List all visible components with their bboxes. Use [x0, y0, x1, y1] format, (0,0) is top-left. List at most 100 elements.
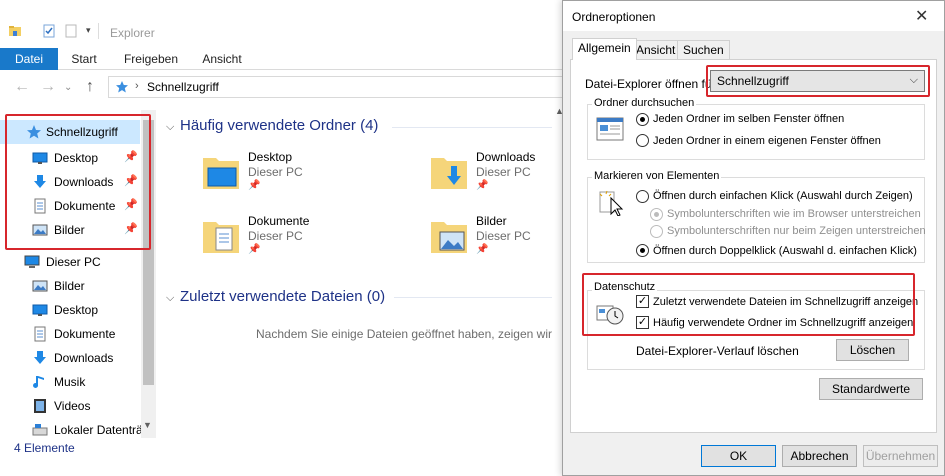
tile-location: Dieser PC: [248, 229, 303, 243]
breadcrumb-separator-icon: ›: [135, 80, 139, 92]
highlight-box-quick-access: [5, 114, 151, 250]
sidebar-item-label: Lokaler Datenträ: [54, 423, 143, 437]
highlight-box-open-select: [706, 65, 930, 97]
group-title: Häufig verwendete Ordner (4): [180, 117, 379, 134]
documents-icon: [34, 326, 46, 342]
status-item-count: 4 Elemente: [14, 441, 75, 455]
browse-folders-label: Ordner durchsuchen: [592, 97, 697, 109]
radio-underline-browser[interactable]: [650, 208, 663, 221]
radio-own-window[interactable]: [636, 134, 649, 147]
folder-tile-documents[interactable]: Dokumente Dieser PC 📌: [166, 214, 386, 274]
chevron-down-icon[interactable]: ⌵: [166, 121, 180, 134]
documents-folder-icon: [203, 222, 239, 253]
clear-history-button[interactable]: Löschen: [836, 339, 909, 361]
up-arrow-icon[interactable]: ↑: [86, 78, 94, 96]
pin-icon: 📌: [476, 244, 489, 255]
window-title: Explorer: [110, 26, 155, 40]
radio-underline-hover-label[interactable]: Symbolunterschriften nur beim Zeigen unt…: [667, 225, 926, 237]
chevron-down-icon[interactable]: ⌵: [166, 292, 180, 305]
desktop-icon: [32, 304, 48, 316]
sidebar-item-documents[interactable]: Dokumente: [0, 322, 140, 346]
group-frequent-folders[interactable]: ⌵ Häufig verwendete Ordner (4): [166, 117, 378, 134]
pictures-icon: [32, 280, 48, 292]
tile-location: Dieser PC: [248, 165, 303, 179]
sidebar-item-music[interactable]: Musik: [0, 370, 140, 394]
cancel-button[interactable]: Abbrechen: [782, 445, 857, 467]
group-recent-files[interactable]: ⌵ Zuletzt verwendete Dateien (0): [166, 288, 385, 305]
drive-icon: [32, 424, 48, 436]
recent-locations-chevron-icon[interactable]: ⌄: [64, 82, 72, 93]
pointer-click-illustration-icon: [599, 190, 624, 216]
sidebar-item-label: Downloads: [54, 351, 114, 365]
tile-location: Dieser PC: [476, 165, 531, 179]
downloads-folder-icon: [431, 158, 467, 189]
sidebar-item-videos[interactable]: Videos: [0, 394, 140, 418]
click-items-label: Markieren von Elementen: [592, 170, 722, 182]
radio-own-window-label[interactable]: Jeden Ordner in einem eigenen Fenster öf…: [653, 135, 881, 147]
forward-arrow-icon[interactable]: →: [40, 78, 56, 96]
breadcrumb-quick-access[interactable]: Schnellzugriff: [147, 80, 219, 94]
sidebar-item-desktop[interactable]: Desktop: [0, 298, 140, 322]
quick-access-star-icon: [116, 81, 128, 93]
radio-single-click-label[interactable]: Öffnen durch einfachen Klick (Auswahl du…: [653, 190, 913, 202]
radio-same-window[interactable]: [636, 113, 649, 126]
radio-underline-browser-label[interactable]: Symbolunterschriften wie im Browser unte…: [667, 208, 921, 220]
close-icon[interactable]: ✕: [915, 6, 928, 26]
sidebar-item-label: Dieser PC: [46, 255, 101, 269]
radio-same-window-label[interactable]: Jeden Ordner im selben Fenster öffnen: [653, 113, 844, 125]
back-arrow-icon[interactable]: ←: [14, 78, 30, 96]
open-explorer-label: Datei-Explorer öffnen für:: [585, 77, 719, 91]
sidebar-item-local-drive[interactable]: Lokaler Datenträ: [0, 418, 143, 442]
folder-icon: [9, 26, 21, 36]
dialog-title: Ordneroptionen: [572, 10, 656, 24]
apply-button[interactable]: Übernehmen: [863, 445, 938, 467]
tab-suchen[interactable]: Suchen: [677, 40, 730, 60]
tile-name: Desktop: [248, 150, 293, 164]
clear-history-label: Datei-Explorer-Verlauf löschen: [636, 344, 799, 358]
tab-start[interactable]: Start: [58, 48, 110, 70]
music-icon: [33, 376, 44, 388]
pin-icon: 📌: [476, 180, 489, 191]
radio-underline-hover[interactable]: [650, 225, 663, 238]
radio-single-click[interactable]: [636, 190, 649, 203]
qat-divider: [98, 23, 99, 39]
dialog-titlebar: Ordneroptionen ✕: [563, 1, 944, 31]
tab-ansicht[interactable]: Ansicht: [192, 48, 252, 70]
folder-tile-desktop[interactable]: Desktop Dieser PC 📌: [166, 150, 386, 210]
desktop-folder-icon: [203, 158, 239, 189]
ok-button[interactable]: OK: [701, 445, 776, 467]
restore-defaults-button[interactable]: Standardwerte: [819, 378, 923, 400]
sidebar-item-label: Musik: [54, 375, 86, 389]
pin-icon: 📌: [248, 244, 261, 255]
pictures-folder-icon: [431, 222, 467, 253]
recent-files-empty-message: Nachdem Sie einige Dateien geöffnet habe…: [256, 327, 556, 341]
address-bar[interactable]: › Schnellzugriff: [108, 76, 568, 98]
tile-location: Dieser PC: [476, 229, 531, 243]
sidebar-item-this-pc[interactable]: Dieser PC: [0, 250, 140, 274]
sidebar-item-label: Desktop: [54, 303, 99, 317]
this-pc-icon: [24, 255, 40, 268]
tab-allgemein[interactable]: Allgemein: [572, 38, 637, 60]
sidebar-item-pictures[interactable]: Bilder: [0, 274, 140, 298]
tab-freigeben[interactable]: Freigeben: [116, 48, 186, 70]
tab-ansicht[interactable]: Ansicht: [630, 40, 682, 60]
sidebar-item-label: Bilder: [54, 279, 85, 293]
group-title: Zuletzt verwendete Dateien (0): [180, 288, 386, 305]
videos-icon: [34, 399, 46, 413]
ribbon-tabs: Datei Start Freigeben Ansicht: [0, 48, 570, 70]
tab-datei[interactable]: Datei: [0, 48, 58, 70]
properties-icon[interactable]: [42, 24, 56, 38]
radio-double-click[interactable]: [636, 244, 649, 257]
new-folder-icon[interactable]: [64, 24, 78, 38]
scroll-down-chevron-icon[interactable]: ▼: [143, 420, 152, 430]
pin-icon: 📌: [248, 180, 261, 191]
sidebar-item-label: Videos: [54, 399, 91, 413]
window-illustration-icon: [596, 117, 624, 141]
customize-qat-dropdown-icon[interactable]: ▾: [86, 25, 91, 36]
sidebar-item-downloads[interactable]: Downloads: [0, 346, 140, 370]
group-divider: [394, 297, 552, 298]
radio-double-click-label[interactable]: Öffnen durch Doppelklick (Auswahl d. ein…: [653, 245, 917, 257]
sidebar-item-label: Dokumente: [54, 327, 116, 341]
tile-name: Dokumente: [248, 214, 310, 228]
tile-name: Downloads: [476, 150, 536, 164]
